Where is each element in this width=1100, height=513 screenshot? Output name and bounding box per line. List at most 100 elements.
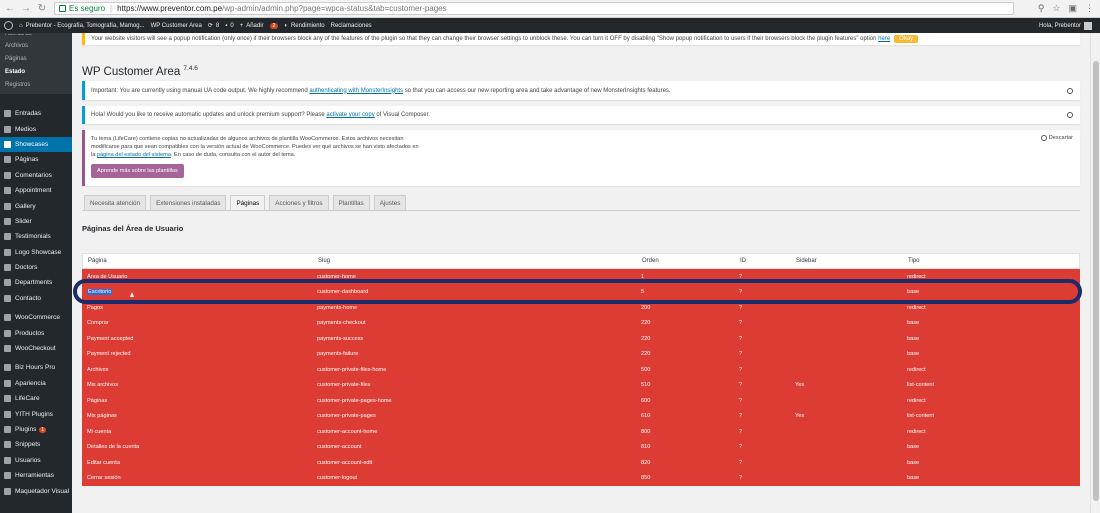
table-row[interactable]: Área de Usuario customer-home 1? redirect [82, 269, 1080, 285]
header-id: ID [740, 258, 746, 264]
extension-icon[interactable]: ▣ [1068, 3, 1077, 14]
sidebar-item-lifecare[interactable]: LifeCare [0, 391, 72, 406]
tab-plantillas[interactable]: Plantillas [332, 195, 370, 211]
table-row[interactable]: Archivos customer-private-files-home 500? r… [82, 362, 1080, 378]
popup-option-link[interactable]: here [878, 36, 890, 42]
table-row[interactable]: Payment rejected payments-failure 220? base [82, 347, 1080, 363]
table-row[interactable]: Mis páginas customer-private-pages 610? Yes… [82, 409, 1080, 425]
table-cell: ? [739, 428, 743, 435]
status-tabs: Necesita atención Extensiones instaladas… [84, 195, 407, 211]
submenu-registros[interactable]: Registros [0, 79, 72, 92]
site-name-link[interactable]: ⌂ Prebentor - Ecografía, Tomografía, Mamo… [19, 23, 145, 29]
secure-indicator[interactable]: Es seguro [59, 4, 105, 13]
address-bar[interactable]: Es seguro | https://www.preventor.com.pe… [54, 2, 1014, 15]
back-icon[interactable]: ← [4, 3, 16, 15]
sidebar-item-logo-showcase[interactable]: Logo Showcase [0, 245, 72, 260]
comment-icon [4, 171, 11, 179]
sidebar-item-productos[interactable]: Productos [0, 325, 72, 340]
dismiss-icon[interactable] [1067, 87, 1073, 94]
table-cell: 500 [641, 366, 651, 373]
okay-button[interactable]: Okay [894, 35, 919, 43]
sidebar-item-entradas[interactable]: Entradas [0, 106, 72, 121]
sidebar-item-showcases[interactable]: Showcases [0, 136, 72, 153]
table-cell: payments-success [317, 335, 364, 342]
table-cell: 220 [641, 335, 651, 342]
sidebar-item-woocheckout[interactable]: WooCheckout [0, 341, 72, 356]
plus-icon: + [239, 22, 244, 29]
dismiss-icon[interactable] [1067, 112, 1073, 118]
learn-templates-button[interactable]: Aprende más sobre las plantillas [91, 164, 184, 178]
submenu-estado[interactable]: Estado [0, 66, 72, 79]
updates-link[interactable]: ⟳ 8 [208, 22, 219, 30]
user-account-link[interactable]: Hola, Prebentor [1039, 21, 1092, 30]
table-cell: 220 [641, 351, 651, 358]
sidebar-item-comentarios[interactable]: Comentarios [0, 168, 72, 183]
table-row[interactable]: Escritorio customer-dashboard 5? base [82, 285, 1080, 301]
sidebar-item-paginas[interactable]: Páginas [0, 152, 72, 167]
sidebar-item-plugins[interactable]: Plugins 1 [0, 422, 72, 437]
comments-link[interactable]: ▪ 0 [225, 23, 233, 29]
submenu-paginas[interactable]: Páginas [0, 53, 72, 66]
table-cell: 600 [641, 397, 651, 404]
table-row[interactable]: Mis archivos customer-private-files 510? Ye… [82, 378, 1080, 394]
page-scrollbar[interactable] [1090, 33, 1100, 513]
rendimiento-link[interactable]: ◐ Rendimiento [284, 23, 324, 29]
forward-icon[interactable]: → [20, 3, 32, 15]
yoast-link[interactable]: 2 [269, 22, 279, 29]
sidebar-item-snippets[interactable]: Snippets [0, 437, 72, 452]
star-icon[interactable]: ☆ [1052, 3, 1060, 14]
table-row[interactable]: Páginas customer-private-pages-home 600? re… [82, 393, 1080, 409]
system-status-link[interactable]: página del estado del sistema [97, 152, 171, 158]
sidebar-item-appointment[interactable]: Appointment [0, 183, 72, 198]
table-row[interactable]: Editar cuenta customer-account-edit 820? ba… [82, 455, 1080, 471]
sidebar-item-usuarios[interactable]: Usuarios [0, 453, 72, 468]
tab-paginas[interactable]: Páginas [230, 195, 266, 211]
sidebar-item-apariencia[interactable]: Apariencia [0, 376, 72, 391]
tab-necesita-atencion[interactable]: Necesita atención [84, 195, 147, 211]
sidebar-item-maquetador-visual[interactable]: Maquetador Visual [0, 483, 72, 498]
table-cell: customer-account-home [317, 428, 378, 435]
table-cell: 810 [641, 444, 651, 451]
tab-extensiones-instaladas[interactable]: Extensiones instaladas [150, 195, 227, 211]
table-cell: Escritorio [82, 289, 313, 296]
wordpress-logo-icon[interactable] [4, 21, 13, 30]
sidebar-item-herramientas[interactable]: Herramientas [0, 468, 72, 483]
close-icon [1040, 135, 1047, 141]
sidebar-item-doctors[interactable]: Doctors [0, 260, 72, 275]
sidebar-item-medios[interactable]: Medios [0, 121, 72, 136]
tab-acciones-y-filtros[interactable]: Acciones y filtros [269, 195, 329, 211]
new-content-link[interactable]: + Añadir [240, 23, 264, 29]
sidebar-item-contacto[interactable]: Contacto [0, 291, 72, 306]
plugin-icon [4, 426, 11, 433]
browser-toolbar: ← → ↻ Es seguro | https://www.preventor.… [0, 0, 1100, 18]
reclamaciones-link[interactable]: Reclamaciones [331, 23, 372, 29]
submenu-archivos[interactable]: Archivos [0, 40, 72, 53]
sidebar-item-gallery[interactable]: Gallery [0, 198, 72, 213]
menu-icon[interactable]: ⋮ [1085, 3, 1094, 14]
scroll-thumb[interactable] [1093, 61, 1099, 501]
sidebar-item-biz-hours-pro[interactable]: Biz Hours Pro [0, 360, 72, 375]
plugin-link[interactable]: WP Customer Area [151, 23, 202, 29]
table-row[interactable]: Comprar payments-checkout 220? base [82, 316, 1080, 332]
table-cell: ? [739, 366, 743, 373]
table-row[interactable]: Payment accepted payments-success 220? base [82, 331, 1080, 347]
descartar-link[interactable]: Descartar [1040, 134, 1073, 142]
sidebar-item-woocommerce[interactable]: WooCommerce [0, 310, 72, 325]
table-row[interactable]: Pagos payments-home 200? redirect [82, 300, 1080, 316]
zoom-icon[interactable]: ⚲ [1038, 3, 1045, 14]
sidebar-item-testimonials[interactable]: Testimonials [0, 229, 72, 244]
media-icon [4, 125, 11, 133]
department-icon [4, 279, 11, 287]
table-row[interactable]: Detalles de la cuenta customer-account 810… [82, 440, 1080, 456]
table-row[interactable]: Mi cuenta customer-account-home 800? redire… [82, 424, 1080, 440]
sidebar-item-slider[interactable]: Slider [0, 214, 72, 229]
sidebar-item-yith-plugins[interactable]: YITH Plugins [0, 406, 72, 421]
tab-ajustes[interactable]: Ajustes [373, 195, 407, 211]
activate-copy-link[interactable]: activate your copy [326, 112, 374, 118]
table-row[interactable]: Cerrar sesión customer-logout 850? base [82, 471, 1080, 487]
table-cell: base [907, 351, 920, 358]
reload-icon[interactable]: ↻ [36, 3, 48, 15]
monsterinsights-auth-link[interactable]: authenticating with MonsterInsights [309, 88, 403, 94]
sidebar-item-departments[interactable]: Departments [0, 275, 72, 290]
lock-icon [59, 5, 66, 12]
